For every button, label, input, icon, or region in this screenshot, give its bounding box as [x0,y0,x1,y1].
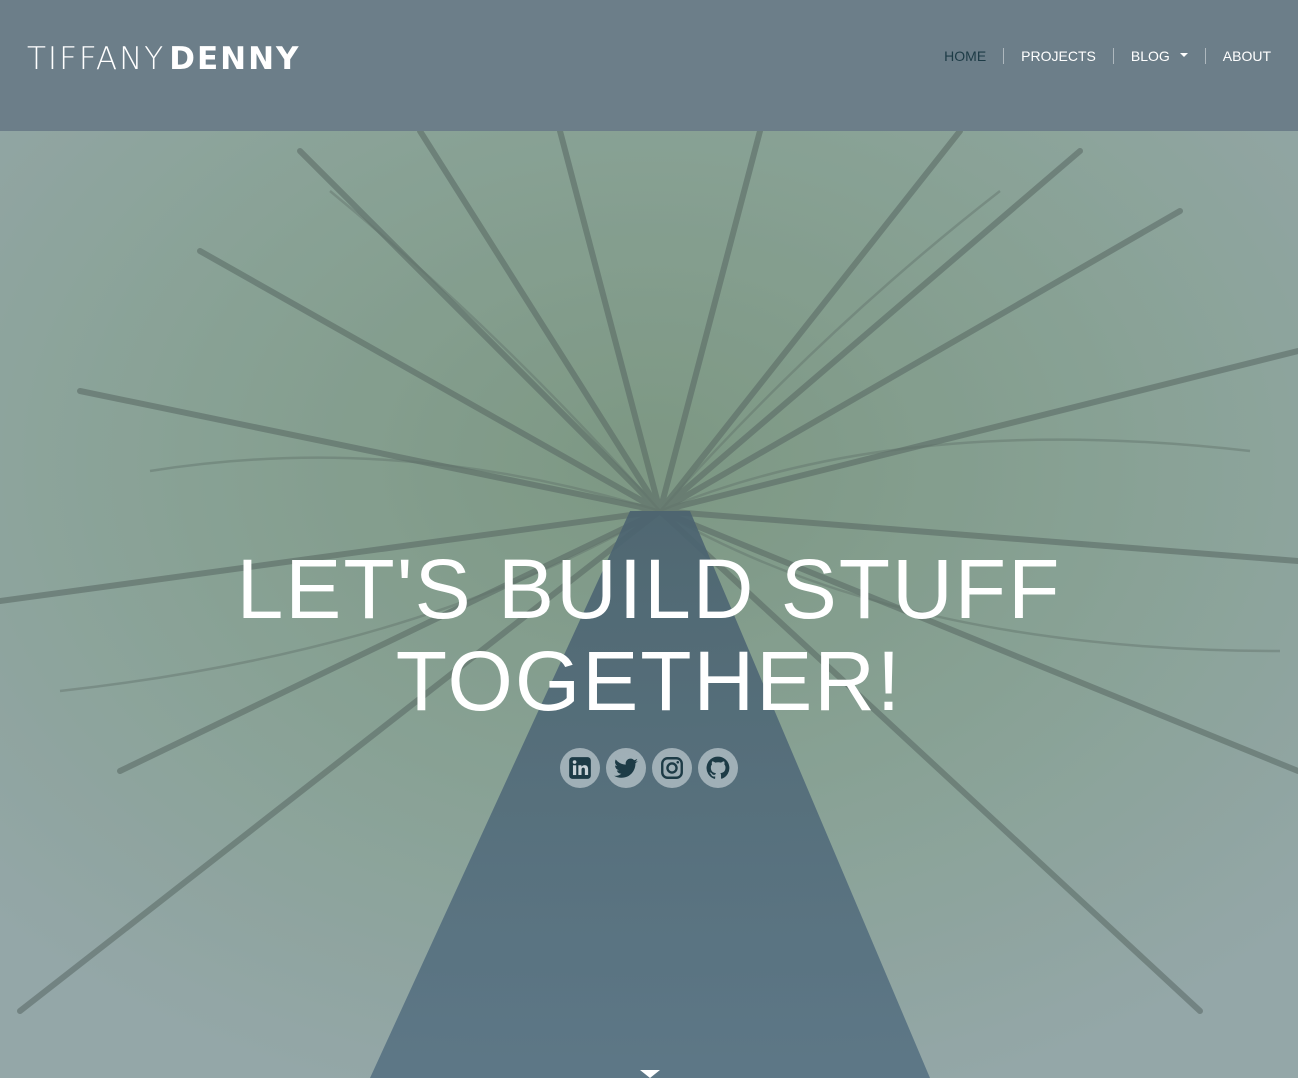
site-header: TIFFANY DENNY HOME PROJECTS BLOG ABOUT [0,0,1298,131]
site-logo[interactable]: TIFFANY DENNY [27,41,300,77]
nav-about[interactable]: ABOUT [1206,48,1271,64]
nav-blog[interactable]: BLOG [1114,48,1205,64]
nav-home[interactable]: HOME [927,48,1003,64]
hero-section: LET'S BUILD STUFF TOGETHER! [0,131,1298,1078]
instagram-icon [661,757,683,779]
hero-headline: LET'S BUILD STUFF TOGETHER! [0,543,1298,727]
logo-last-name: DENNY [169,41,301,77]
twitter-icon [614,758,638,778]
hero-headline-line-1: LET'S BUILD STUFF [236,542,1062,636]
nav-projects[interactable]: PROJECTS [1004,48,1113,64]
instagram-link[interactable] [652,748,692,788]
linkedin-link[interactable] [560,748,600,788]
github-link[interactable] [698,748,738,788]
linkedin-icon [569,757,591,779]
main-nav: HOME PROJECTS BLOG ABOUT [927,48,1271,64]
twitter-link[interactable] [606,748,646,788]
logo-first-name: TIFFANY [27,41,166,77]
social-links [0,748,1298,788]
nav-blog-label: BLOG [1130,48,1170,64]
hero-headline-line-2: TOGETHER! [395,634,903,728]
caret-down-icon [1179,53,1188,57]
github-icon [706,756,730,779]
scroll-down-icon[interactable] [640,1070,660,1078]
